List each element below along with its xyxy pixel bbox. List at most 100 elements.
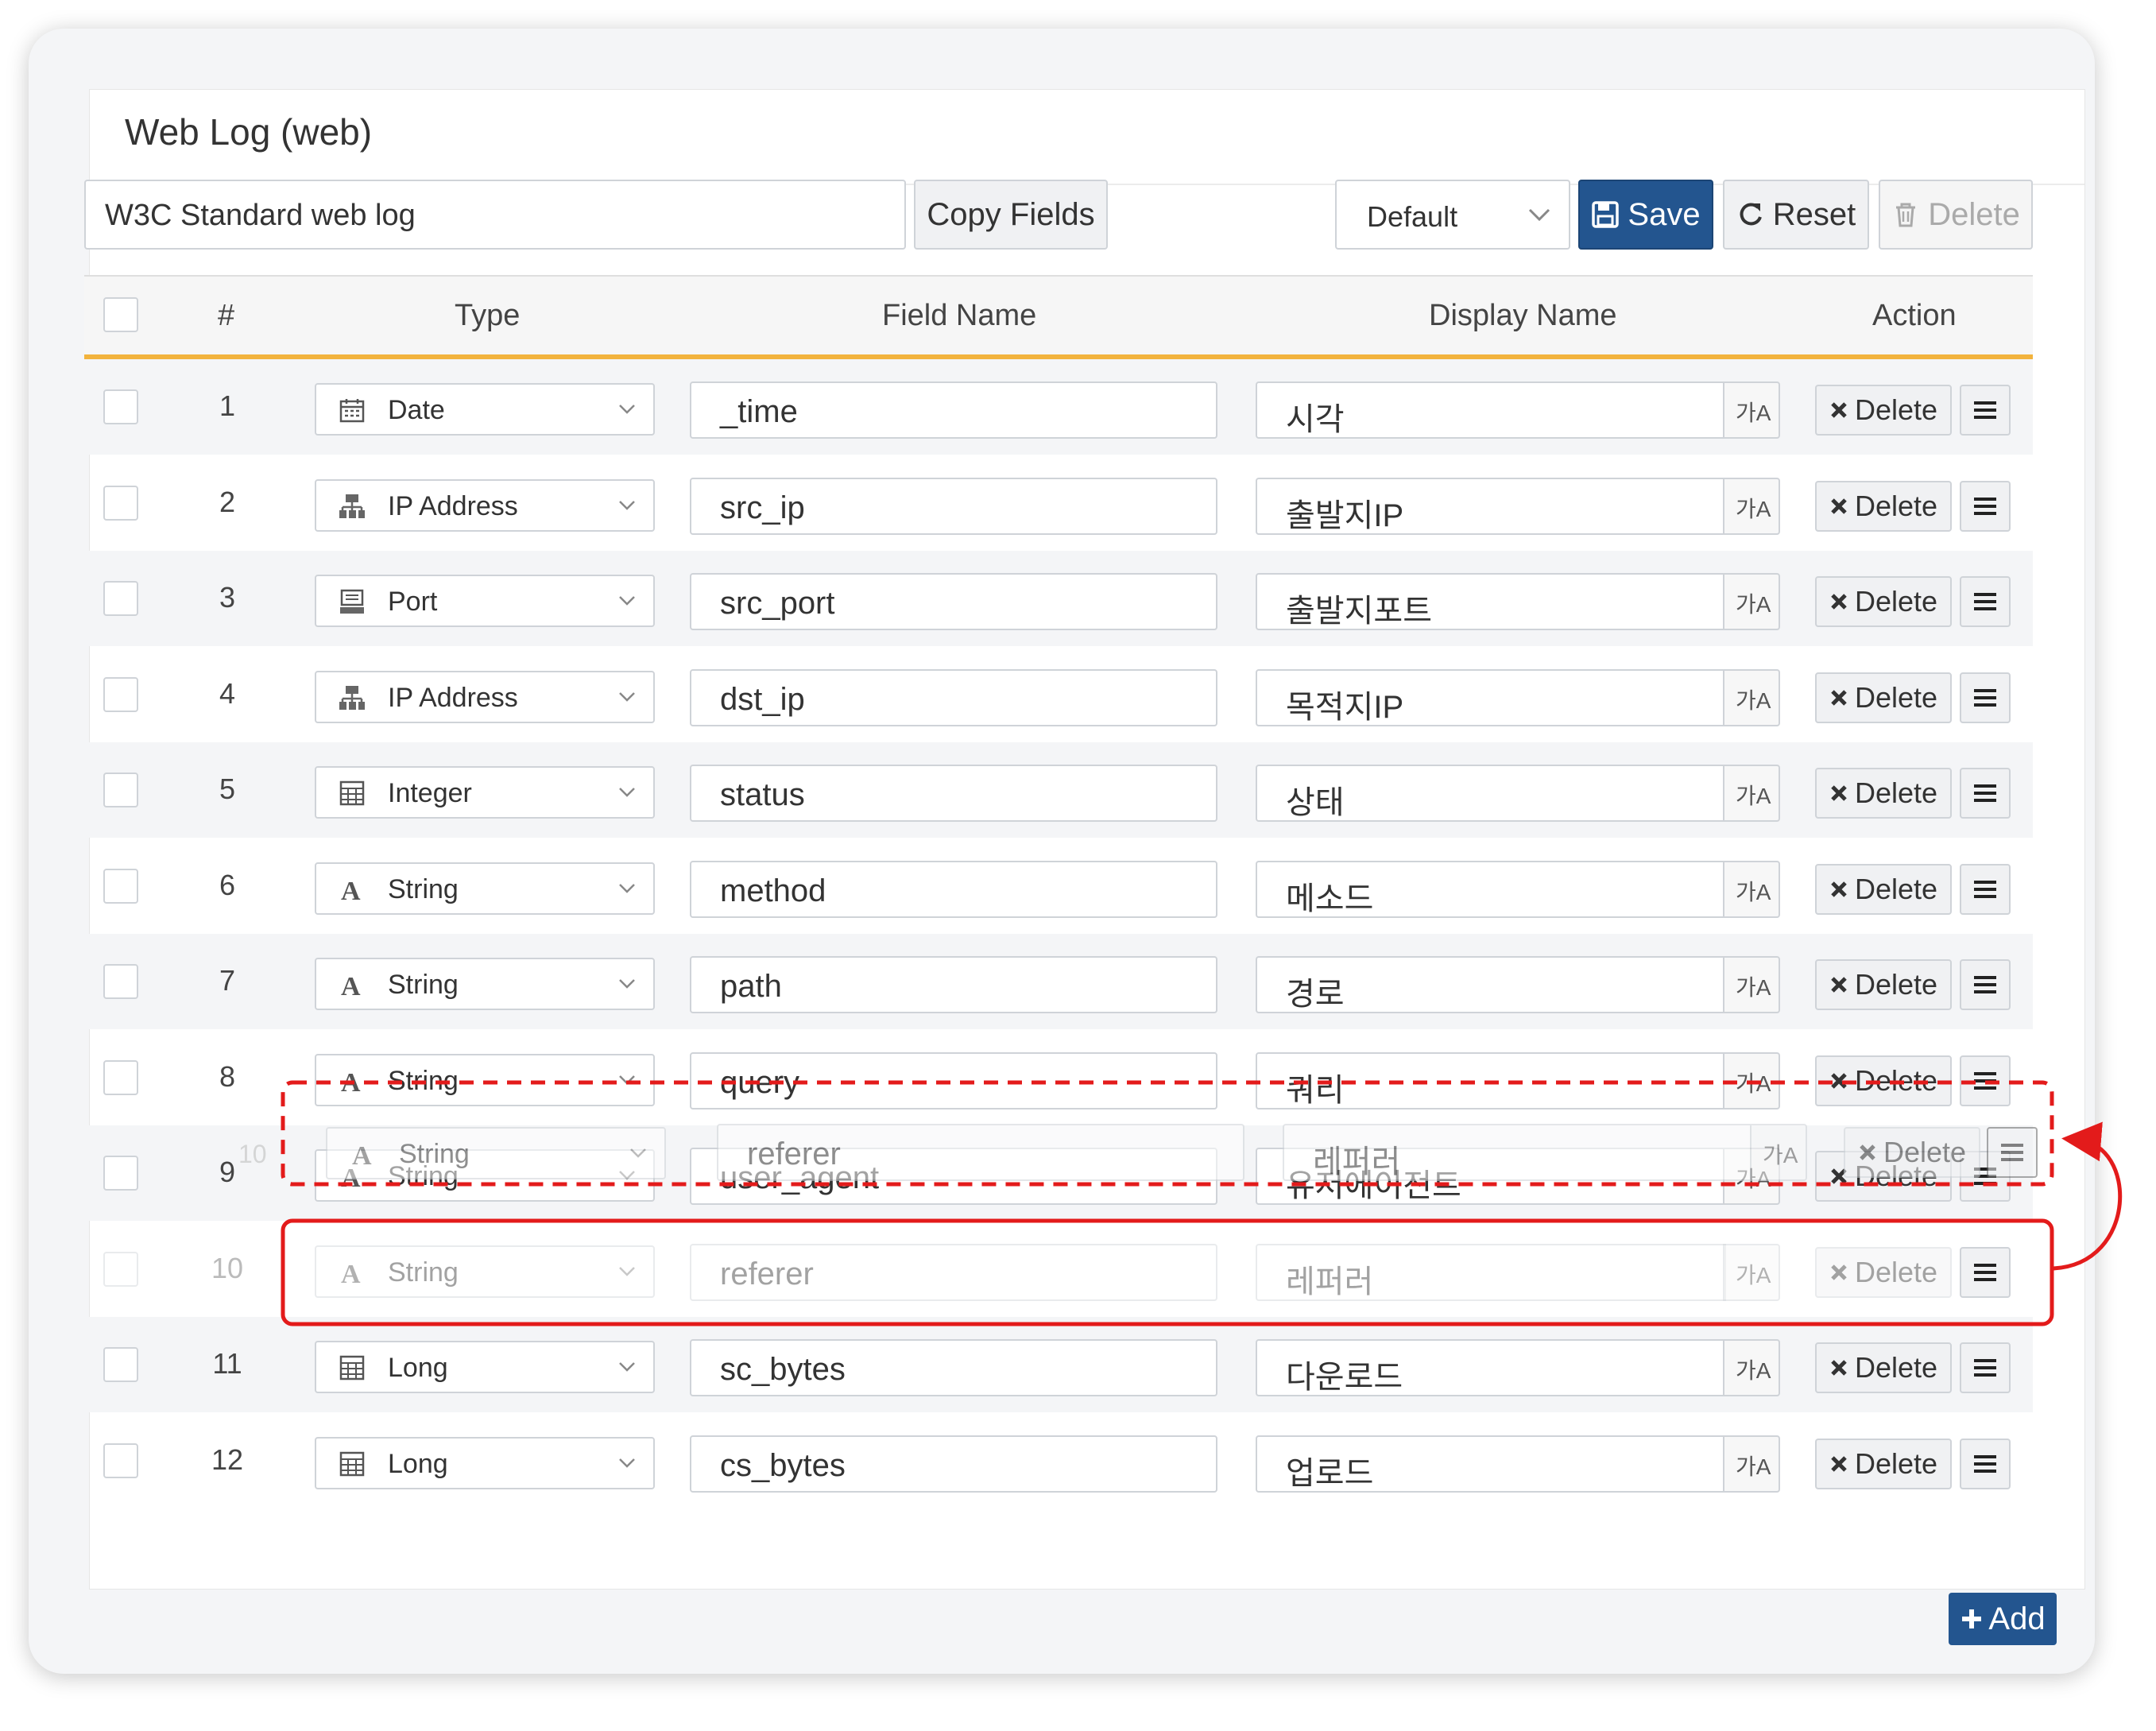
display-name-input[interactable]: 시각 [1256, 381, 1726, 439]
chevron-down-icon [619, 405, 635, 414]
row-checkbox[interactable] [103, 868, 138, 904]
display-name-input[interactable]: 경로 [1256, 956, 1726, 1013]
row-checkbox[interactable] [103, 676, 138, 712]
field-name-input[interactable]: src_ip [690, 477, 1217, 535]
field-name-input[interactable]: cs_bytes [690, 1435, 1217, 1493]
refresh-icon [1740, 203, 1762, 226]
display-name-input[interactable]: 출발지IP [1256, 477, 1726, 535]
display-name-input[interactable]: 레퍼러 [1256, 1243, 1726, 1301]
type-select[interactable]: Date [315, 383, 655, 436]
row-delete-button[interactable]: Delete [1815, 1438, 1952, 1489]
row-delete-button[interactable]: Delete [1815, 672, 1952, 723]
select-all-checkbox[interactable] [103, 297, 138, 332]
type-select[interactable]: Port [315, 575, 655, 627]
field-name-input[interactable]: status [690, 765, 1217, 822]
drag-handle[interactable] [1960, 863, 2011, 915]
type-select[interactable]: A String [315, 1053, 655, 1106]
table-row: 10 A String referer 레퍼러 가A Delete [84, 1222, 2033, 1317]
field-name-input[interactable]: src_port [690, 573, 1217, 630]
drag-handle-icon [1974, 976, 1996, 993]
drag-handle[interactable] [1960, 1246, 2011, 1298]
drag-handle[interactable] [1960, 1342, 2011, 1393]
field-name-input[interactable]: referer [690, 1243, 1217, 1301]
row-delete-button[interactable]: Delete [1815, 768, 1952, 819]
close-icon [1831, 1072, 1847, 1089]
field-name-input[interactable]: _time [690, 381, 1217, 439]
row-checkbox[interactable] [103, 964, 138, 999]
drag-handle[interactable] [1960, 959, 2011, 1010]
type-select[interactable]: Integer [315, 766, 655, 819]
display-name-input[interactable]: 출발지포트 [1256, 573, 1726, 630]
row-num: 8 [219, 1059, 236, 1093]
row-delete-label: Delete [1854, 968, 1938, 1001]
display-name-input[interactable]: 다운로드 [1256, 1339, 1726, 1396]
drag-handle[interactable] [1960, 1055, 2011, 1106]
type-select[interactable]: A String [315, 862, 655, 915]
display-name-input[interactable]: 메소드 [1256, 860, 1726, 918]
field-name-input[interactable]: method [690, 860, 1217, 918]
delete-profile-button[interactable]: Delete [1879, 180, 2033, 250]
drag-handle[interactable] [1960, 576, 2011, 627]
add-field-button[interactable]: Add [1949, 1593, 2057, 1645]
display-name-input[interactable]: 목적지IP [1256, 668, 1726, 726]
chevron-down-icon [619, 979, 635, 989]
drag-handle[interactable] [1960, 1438, 2011, 1489]
translate-button[interactable]: 가A [1723, 860, 1780, 918]
row-delete-button[interactable]: Delete [1815, 1342, 1952, 1393]
type-label: String [388, 970, 459, 1000]
profile-select[interactable]: Default [1335, 180, 1570, 250]
type-select[interactable]: Long [315, 1436, 655, 1489]
port-icon [340, 589, 364, 614]
row-checkbox[interactable] [103, 1347, 138, 1382]
translate-button[interactable]: 가A [1723, 956, 1780, 1013]
drag-handle[interactable] [1960, 672, 2011, 723]
save-button[interactable]: Save [1578, 180, 1713, 250]
field-name-input[interactable]: dst_ip [690, 668, 1217, 726]
drag-handle[interactable] [1960, 768, 2011, 819]
reset-button[interactable]: Reset [1723, 180, 1869, 250]
row-delete-button[interactable]: Delete [1815, 1055, 1952, 1106]
translate-button[interactable]: 가A [1723, 1243, 1780, 1301]
row-checkbox[interactable] [103, 1156, 138, 1191]
row-checkbox[interactable] [103, 581, 138, 616]
row-delete-button[interactable]: Delete [1815, 863, 1952, 915]
row-checkbox[interactable] [103, 485, 138, 521]
field-name-input[interactable]: sc_bytes [690, 1339, 1217, 1396]
row-delete-button[interactable]: Delete [1815, 1246, 1952, 1298]
type-select[interactable]: IP Address [315, 478, 655, 532]
row-checkbox[interactable] [103, 1442, 138, 1478]
display-name-input[interactable]: 쿼리 [1256, 1051, 1726, 1109]
translate-button[interactable]: 가A [1723, 1051, 1780, 1109]
row-delete-button[interactable]: Delete [1815, 385, 1952, 436]
row-checkbox[interactable] [103, 773, 138, 807]
row-delete-label: Delete [1854, 393, 1938, 426]
translate-button[interactable]: 가A [1723, 573, 1780, 630]
translate-button[interactable]: 가A [1723, 1339, 1780, 1396]
row-checkbox[interactable] [103, 1059, 138, 1095]
translate-icon: 가A [1736, 592, 1771, 617]
row-delete-button[interactable]: Delete [1815, 959, 1952, 1010]
translate-button[interactable]: 가A [1723, 668, 1780, 726]
display-name-input[interactable]: 상태 [1256, 765, 1726, 822]
translate-button[interactable]: 가A [1723, 477, 1780, 535]
display-name-input[interactable]: 업로드 [1256, 1435, 1726, 1493]
copy-fields-button[interactable]: Copy Fields [914, 180, 1108, 250]
translate-button[interactable]: 가A [1723, 1435, 1780, 1493]
type-select[interactable]: A String [315, 1245, 655, 1298]
type-select[interactable]: A String [315, 958, 655, 1010]
drag-handle[interactable] [1960, 385, 2011, 436]
type-select[interactable]: IP Address [315, 670, 655, 723]
translate-button[interactable]: 가A [1723, 381, 1780, 439]
panel-title: Web Log (web) [125, 111, 373, 153]
field-name-input[interactable]: path [690, 956, 1217, 1013]
description-input[interactable]: W3C Standard web log [84, 180, 906, 250]
row-delete-button[interactable]: Delete [1815, 576, 1952, 627]
type-select[interactable]: Long [315, 1341, 655, 1393]
field-name-input[interactable]: query [690, 1051, 1217, 1109]
row-checkbox[interactable] [103, 1251, 138, 1287]
row-checkbox[interactable] [103, 389, 138, 424]
translate-button[interactable]: 가A [1723, 765, 1780, 822]
table-row: 7 A String path 경로 가A Delete [84, 934, 2033, 1029]
row-delete-button[interactable]: Delete [1815, 480, 1952, 532]
drag-handle[interactable] [1960, 480, 2011, 532]
